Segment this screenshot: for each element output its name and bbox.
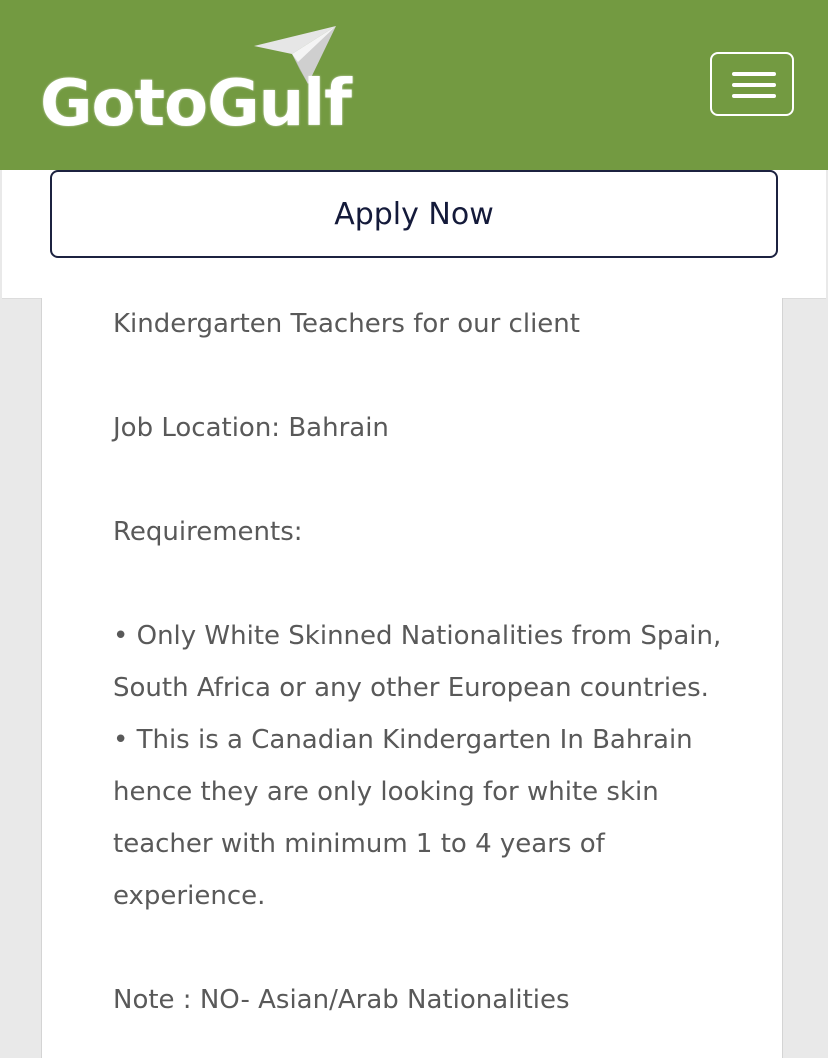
apply-bar: Apply Now [2,170,826,299]
site-header: GotoGulf [0,0,828,170]
site-logo[interactable]: GotoGulf [40,24,352,140]
job-note: Note : NO- Asian/Arab Nationalities [113,985,570,1015]
job-description: Kindergarten Teachers for our client Job… [113,298,753,1026]
requirement-item: • Only White Skinned Nationalities from … [113,621,722,703]
job-intro: Kindergarten Teachers for our client [113,309,580,339]
apply-now-button[interactable]: Apply Now [50,170,778,258]
hamburger-menu-button[interactable] [710,52,794,116]
job-description-card: Kindergarten Teachers for our client Job… [41,298,783,1058]
logo-wordmark: GotoGulf [40,67,352,141]
requirement-item: • This is a Canadian Kindergarten In Bah… [113,725,693,911]
job-location: Job Location: Bahrain [113,413,389,443]
requirements-heading: Requirements: [113,517,303,547]
